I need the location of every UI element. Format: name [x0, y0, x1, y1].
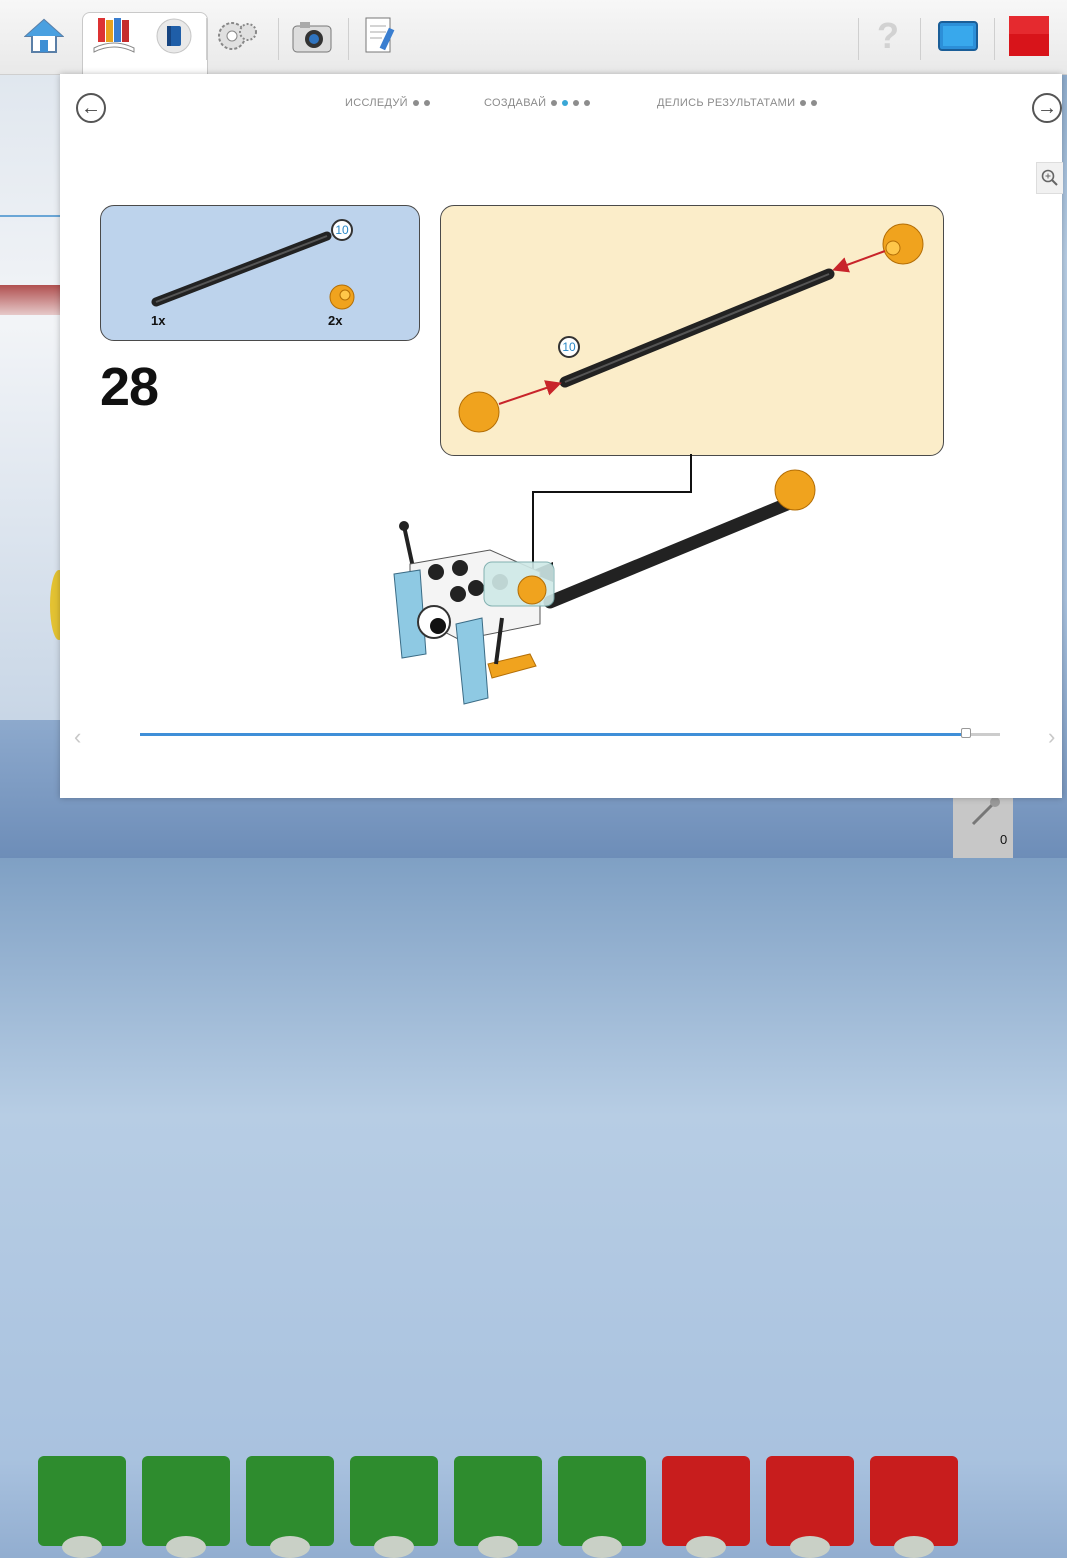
book-icon[interactable]	[152, 14, 196, 58]
document-pencil-icon[interactable]	[358, 14, 402, 58]
program-block[interactable]	[350, 1456, 438, 1558]
ball-quantity: 2x	[328, 313, 343, 328]
camera-icon[interactable]	[290, 14, 334, 58]
sound-counter[interactable]	[953, 790, 1013, 858]
gear-icon[interactable]	[214, 14, 258, 58]
books-icon[interactable]	[92, 14, 136, 58]
assembly-substep: 10	[440, 205, 944, 456]
axle-part	[151, 231, 332, 307]
program-block[interactable]	[454, 1456, 542, 1558]
program-block[interactable]	[38, 1456, 126, 1558]
program-block[interactable]	[766, 1456, 854, 1558]
assembly-length-callout: 10	[558, 336, 580, 358]
parts-list: 10 1x 2x	[100, 205, 420, 341]
zoom-in-icon	[1041, 169, 1058, 186]
yellow-ball-part	[329, 284, 355, 310]
program-block[interactable]	[246, 1456, 334, 1558]
toolbar: ?	[0, 0, 1067, 75]
instruction-dialog: ← → ИССЛЕДУЙ СОЗДАВАЙ ДЕЛИСЬ РЕЗУЛЬТАТАМ…	[60, 74, 1063, 798]
progress-steps: ИССЛЕДУЙ СОЗДАВАЙ ДЕЛИСЬ РЕЗУЛЬТАТАМИ	[60, 97, 1062, 117]
slider-fill	[140, 733, 966, 736]
axle-quantity: 1x	[151, 313, 166, 328]
step-number: 28	[100, 357, 159, 417]
next-page-arrow[interactable]: ›	[1048, 724, 1055, 750]
step-create[interactable]: СОЗДАВАЙ	[484, 97, 591, 109]
program-block[interactable]	[662, 1456, 750, 1558]
screen-icon[interactable]	[936, 14, 980, 58]
help-icon[interactable]: ?	[866, 14, 910, 58]
counter-value: 0	[1000, 832, 1008, 847]
program-block[interactable]	[558, 1456, 646, 1558]
step-explore[interactable]: ИССЛЕДУЙ	[345, 97, 430, 109]
model-illustration	[393, 454, 816, 705]
prev-page-arrow[interactable]: ‹	[74, 724, 81, 750]
program-block[interactable]	[142, 1456, 230, 1558]
background-red-strip	[0, 285, 60, 315]
length-callout: 10	[331, 219, 353, 241]
page-slider[interactable]	[140, 728, 1000, 738]
program-block[interactable]	[870, 1456, 958, 1558]
home-icon[interactable]	[22, 14, 66, 58]
zoom-in-button[interactable]	[1036, 162, 1063, 194]
step-share[interactable]: ДЕЛИСЬ РЕЗУЛЬТАТАМИ	[657, 97, 818, 109]
slider-thumb[interactable]	[960, 728, 971, 738]
background-divider	[0, 215, 60, 217]
stop-icon[interactable]	[1004, 14, 1054, 58]
